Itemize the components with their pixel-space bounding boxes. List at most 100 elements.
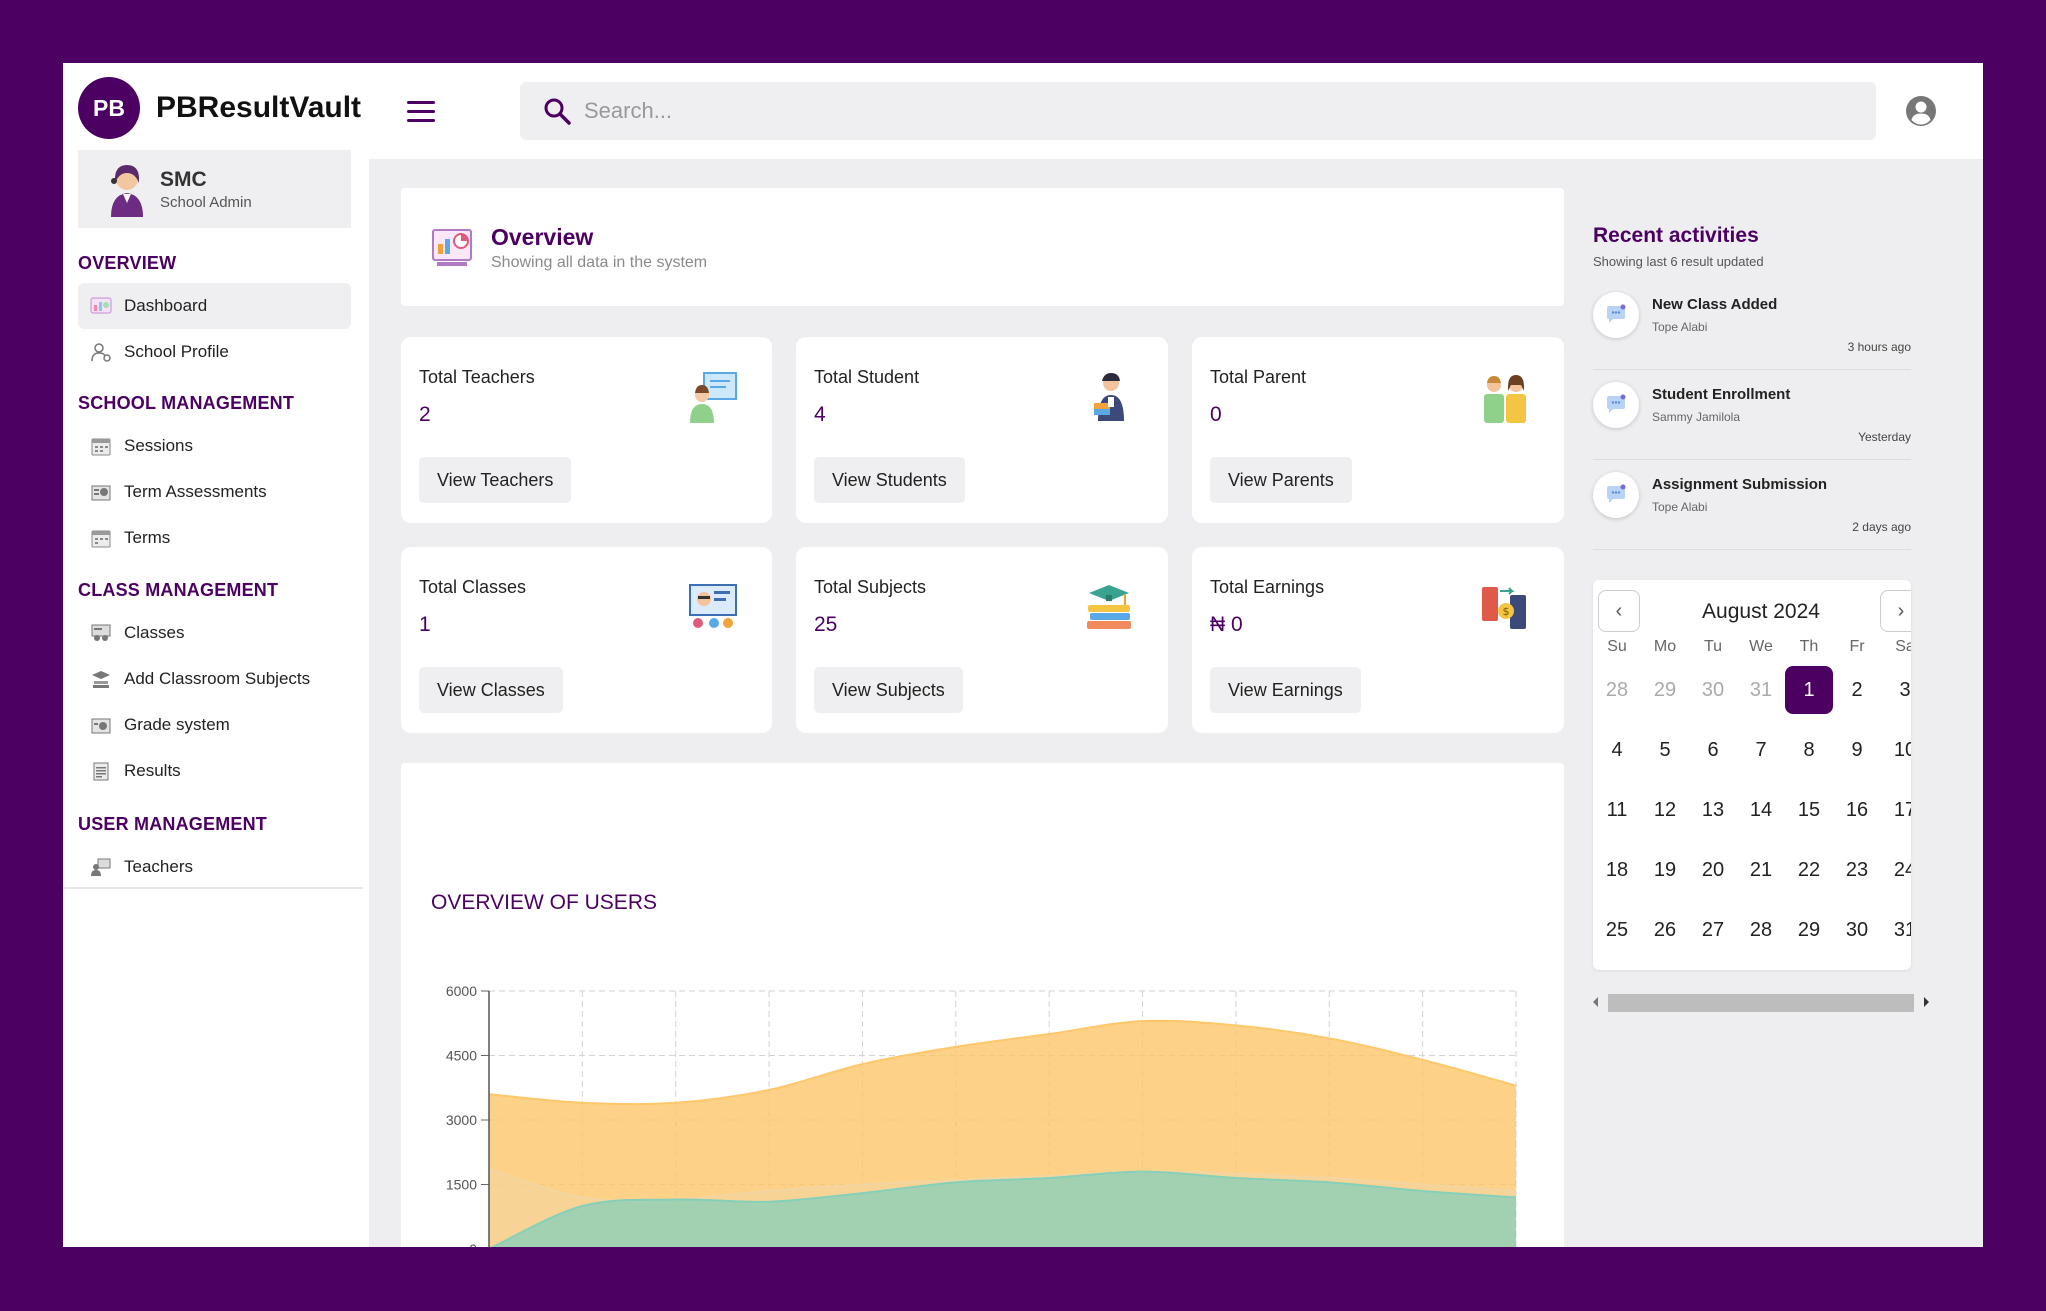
calendar-day[interactable]: 11 [1593,786,1641,834]
calendar-day[interactable]: 8 [1785,726,1833,774]
sidebar-item-dashboard[interactable]: Dashboard [78,283,351,329]
stat-value: 0 [1210,403,1222,426]
calendar-day[interactable]: 10 [1881,726,1911,774]
calendar-day[interactable]: 25 [1593,906,1641,954]
brand[interactable]: PB PBResultVault [78,77,361,139]
calendar-day[interactable]: 2 [1833,666,1881,714]
activities-title: Recent activities [1593,224,1759,247]
calendar-prev-button[interactable]: ‹ [1598,590,1640,632]
stat-title: Total Subjects [814,577,927,597]
calendar-day[interactable]: 23 [1833,846,1881,894]
stat-title: Total Teachers [419,367,535,387]
stat-value: ₦ 0 [1210,613,1243,636]
chevron-left-icon: ‹ [1615,599,1623,622]
calendar-horizontal-scrollbar[interactable] [1586,990,1983,1012]
calendar-day[interactable]: 13 [1689,786,1737,834]
y-tick-label: 6000 [446,983,477,999]
y-tick-label: 3000 [446,1112,477,1128]
calendar-day[interactable]: 14 [1737,786,1785,834]
calendar-day[interactable]: 9 [1833,726,1881,774]
calendar-next-button[interactable]: › [1880,590,1911,632]
calendar-day[interactable]: 12 [1641,786,1689,834]
calendar-day[interactable]: 16 [1833,786,1881,834]
calendar-day[interactable]: 29 [1785,906,1833,954]
calendar-day[interactable]: 26 [1641,906,1689,954]
sidebar-item-teachers[interactable]: Teachers [78,844,351,890]
account-icon[interactable] [1905,95,1937,127]
user-role: School Admin [160,193,252,211]
sidebar-item-label: Teachers [124,857,193,876]
svg-text:$: $ [1503,605,1510,618]
app-window: PB PBResultVault SMC School Admin OVERVI… [63,63,1983,1247]
calendar-day[interactable]: 17 [1881,786,1911,834]
stat-value: 4 [814,403,826,426]
user-card[interactable]: SMC School Admin [78,150,351,228]
view-classes-button[interactable]: View Classes [419,667,563,713]
calendar-day[interactable]: 31 [1881,906,1911,954]
search-input[interactable] [584,98,1784,124]
user-info: SMC School Admin [160,168,252,211]
hamburger-line [407,119,435,122]
books-illustration-icon [1087,585,1131,629]
sidebar-item-grade-system[interactable]: Grade system [78,702,351,748]
calendar-day[interactable]: 18 [1593,846,1641,894]
calendar-day[interactable]: 3 [1881,666,1911,714]
sidebar-item-add-classroom-subjects[interactable]: Add Classroom Subjects [78,656,351,702]
calendar: August 2024 ‹ › Su Mo Tu We Th Fr Sa 28 29 30 31 1 2… [1593,580,1911,970]
activity-title: New Class Added [1652,296,1778,313]
calendar-day[interactable]: 24 [1881,846,1911,894]
search-icon [544,98,571,125]
calendar-day[interactable]: 20 [1689,846,1737,894]
stat-value: 2 [419,403,431,426]
sidebar-item-school-profile[interactable]: School Profile [78,329,351,375]
calendar-day[interactable]: 27 [1689,906,1737,954]
view-students-button[interactable]: View Students [814,457,965,503]
calendar-day[interactable]: 4 [1593,726,1641,774]
sidebar-item-sessions[interactable]: Sessions [78,423,351,469]
calendar-day[interactable]: 31 [1737,666,1785,714]
calendar-day[interactable]: 22 [1785,846,1833,894]
sidebar-item-label: Dashboard [124,296,208,315]
calendar-day[interactable]: 1 [1785,666,1833,714]
grade-icon [90,715,112,735]
view-parents-button[interactable]: View Parents [1210,457,1352,503]
calendar-day[interactable]: 21 [1737,846,1785,894]
view-teachers-button[interactable]: View Teachers [419,457,572,503]
activity-item[interactable]: Assignment Submission Tope Alabi 2 days … [1593,460,1911,550]
view-earnings-button[interactable]: View Earnings [1210,667,1361,713]
scrollbar-thumb[interactable] [1608,994,1914,1012]
calendar-day[interactable]: 28 [1593,666,1641,714]
recent-activities-panel: Recent activities Showing last 6 result … [1573,188,1953,1048]
calendar-day[interactable]: 5 [1641,726,1689,774]
calendar-day[interactable]: 29 [1641,666,1689,714]
calendar-day[interactable]: 15 [1785,786,1833,834]
sidebar-item-terms[interactable]: Terms [78,515,351,561]
scroll-left-arrow-icon[interactable] [1586,991,1606,1013]
activity-title: Assignment Submission [1652,476,1828,493]
calendar-day[interactable]: 28 [1737,906,1785,954]
activity-item[interactable]: Student Enrollment Sammy Jamilola Yester… [1593,370,1911,460]
calendar-day[interactable]: 19 [1641,846,1689,894]
calendar-day[interactable]: 30 [1833,906,1881,954]
menu-toggle-button[interactable] [407,101,435,123]
overview-icon [432,229,472,266]
calendar-weekday: Tu [1703,638,1723,655]
scroll-right-arrow-icon[interactable] [1916,991,1936,1013]
hamburger-line [407,101,435,104]
brand-name: PBResultVault [156,91,362,124]
activity-author: Tope Alabi [1652,320,1708,334]
view-subjects-button[interactable]: View Subjects [814,667,963,713]
calendar-day[interactable]: 7 [1737,726,1785,774]
activity-item[interactable]: New Class Added Tope Alabi 3 hours ago [1593,280,1911,370]
section-title-user-management: USER MANAGEMENT [78,814,268,834]
search-bar[interactable] [520,82,1876,140]
stat-title: Total Parent [1210,367,1307,387]
stat-value: 25 [814,613,838,636]
sidebar-item-term-assessments[interactable]: Term Assessments [78,469,351,515]
stat-card-classes: Total Classes 1 View Classes [401,547,772,733]
chat-icon [1593,382,1639,428]
sidebar-item-classes[interactable]: Classes [78,610,351,656]
sidebar-item-results[interactable]: Results [78,748,351,794]
calendar-day[interactable]: 6 [1689,726,1737,774]
calendar-day[interactable]: 30 [1689,666,1737,714]
